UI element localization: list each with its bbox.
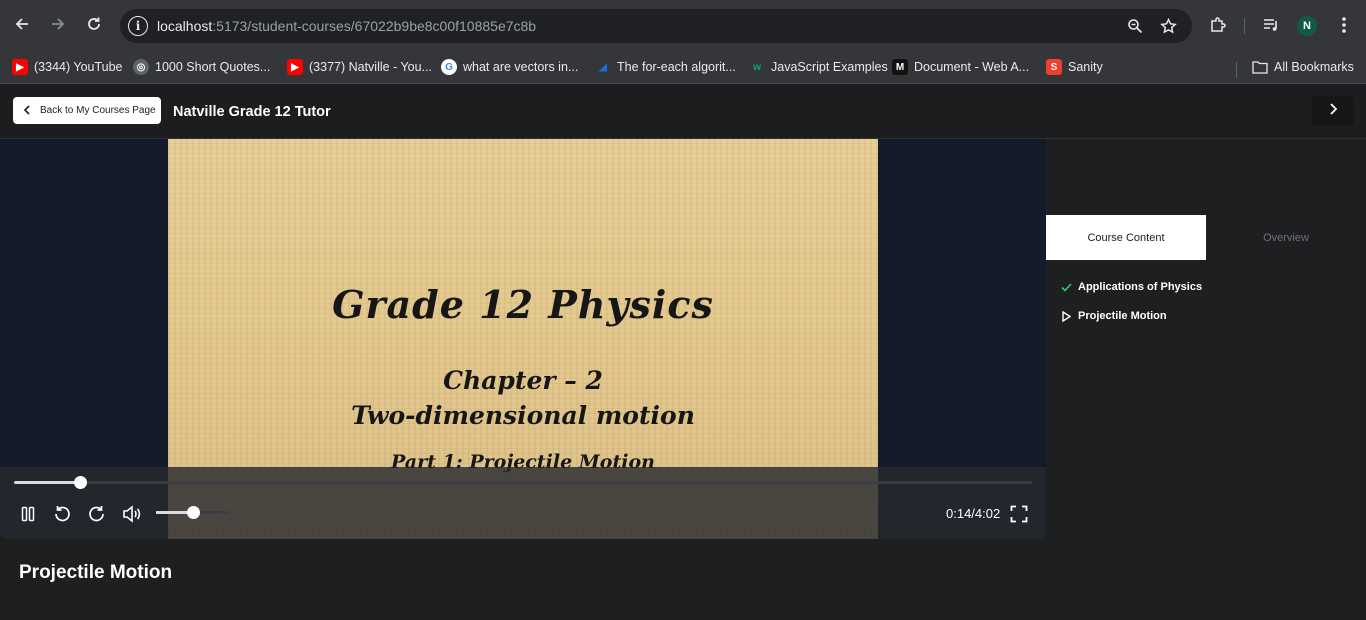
bookmarks-bar: ▶ (3344) YouTube ◎ 1000 Short Quotes... ▶(… [0,50,1366,84]
video-player[interactable]: Grade 12 Physics Chapter – 2 Two-dimensi… [0,139,1046,539]
google-icon: G [441,59,457,75]
back-to-courses-button[interactable]: Back to My Courses Page [13,97,161,124]
kebab-menu-icon[interactable] [1333,14,1355,36]
zoom-icon[interactable] [1126,17,1144,35]
lesson-item-applications-of-physics[interactable]: Applications of Physics [1060,278,1202,296]
slide-title: Grade 12 Physics [332,282,714,327]
globe-icon: ◎ [133,59,149,75]
volume-handle[interactable] [186,506,200,519]
profile-avatar[interactable]: N [1297,16,1317,36]
course-title: Natville Grade 12 Tutor [173,104,331,120]
all-bookmarks[interactable]: All Bookmarks [1252,56,1354,78]
bookmark-item[interactable]: Gwhat are vectors in... [441,56,578,78]
bookmark-item[interactable]: ▶ (3377) Natville - You... [287,56,432,78]
toolbar-divider [1244,18,1245,34]
sanity-icon: S [1046,59,1062,75]
reload-icon[interactable] [82,12,106,36]
bookmark-item[interactable]: ▶ (3344) YouTube [12,56,123,78]
slide-chapter: Chapter – 2 [443,366,603,395]
course-header: Back to My Courses Page Natville Grade 1… [0,84,1366,139]
back-button-label: Back to My Courses Page [40,105,156,116]
check-icon [1060,282,1072,292]
bookmark-item[interactable]: ◢ The for-each algorit... [595,56,736,78]
lesson-title: Projectile Motion [19,562,173,583]
progress-handle[interactable] [74,476,88,489]
slide-subtitle: Two-dimensional motion [351,401,695,430]
bookmark-item[interactable]: ◎ 1000 Short Quotes... [133,56,270,78]
lesson-item-projectile-motion[interactable]: Projectile Motion [1060,307,1167,325]
volume-slider[interactable] [156,506,229,519]
bookmark-item[interactable]: M Document - Web A... [892,56,1029,78]
tab-course-content[interactable]: Course Content [1046,215,1206,260]
folder-icon [1252,59,1268,75]
chevron-left-icon [23,104,31,118]
fast-forward-icon[interactable] [86,503,108,525]
browser-toolbar: i localhost:5173/student-courses/67022b9… [0,0,1366,50]
address-bar[interactable]: i localhost:5173/student-courses/67022b9… [120,9,1192,43]
volume-icon[interactable] [121,503,143,525]
progress-bar[interactable] [14,476,1032,489]
mdn-icon: M [892,59,908,75]
url-text[interactable]: localhost:5173/student-courses/67022b9be… [157,18,536,34]
bookmarks-divider [1236,62,1237,78]
rewind-icon[interactable] [51,503,73,525]
youtube-icon: ▶ [287,59,303,75]
media-queue-icon[interactable] [1260,14,1282,36]
w3schools-icon: w [753,61,761,73]
pause-icon[interactable] [17,503,39,525]
fullscreen-icon[interactable] [1008,503,1030,525]
bookmark-item[interactable]: S Sanity [1046,56,1103,78]
codecademy-icon: ◢ [599,61,607,73]
bookmark-item[interactable]: w JavaScript Examples [749,56,888,78]
progress-fill [14,481,81,484]
time-display: 0:14/4:02 [946,506,1001,521]
video-controls: 0:14/4:02 [0,467,1046,539]
back-arrow-icon[interactable] [10,12,34,36]
chevron-right-icon [1329,102,1338,120]
site-info-icon[interactable]: i [128,16,148,36]
lesson-item-label: Projectile Motion [1078,310,1167,322]
forward-arrow-icon[interactable] [46,12,70,36]
play-outline-icon [1060,310,1072,322]
tab-overview[interactable]: Overview [1206,215,1366,260]
bookmark-star-icon[interactable] [1159,17,1177,35]
extensions-icon[interactable] [1207,14,1229,36]
next-lesson-button[interactable] [1312,96,1354,126]
youtube-icon: ▶ [12,59,28,75]
lesson-item-label: Applications of Physics [1078,281,1203,293]
